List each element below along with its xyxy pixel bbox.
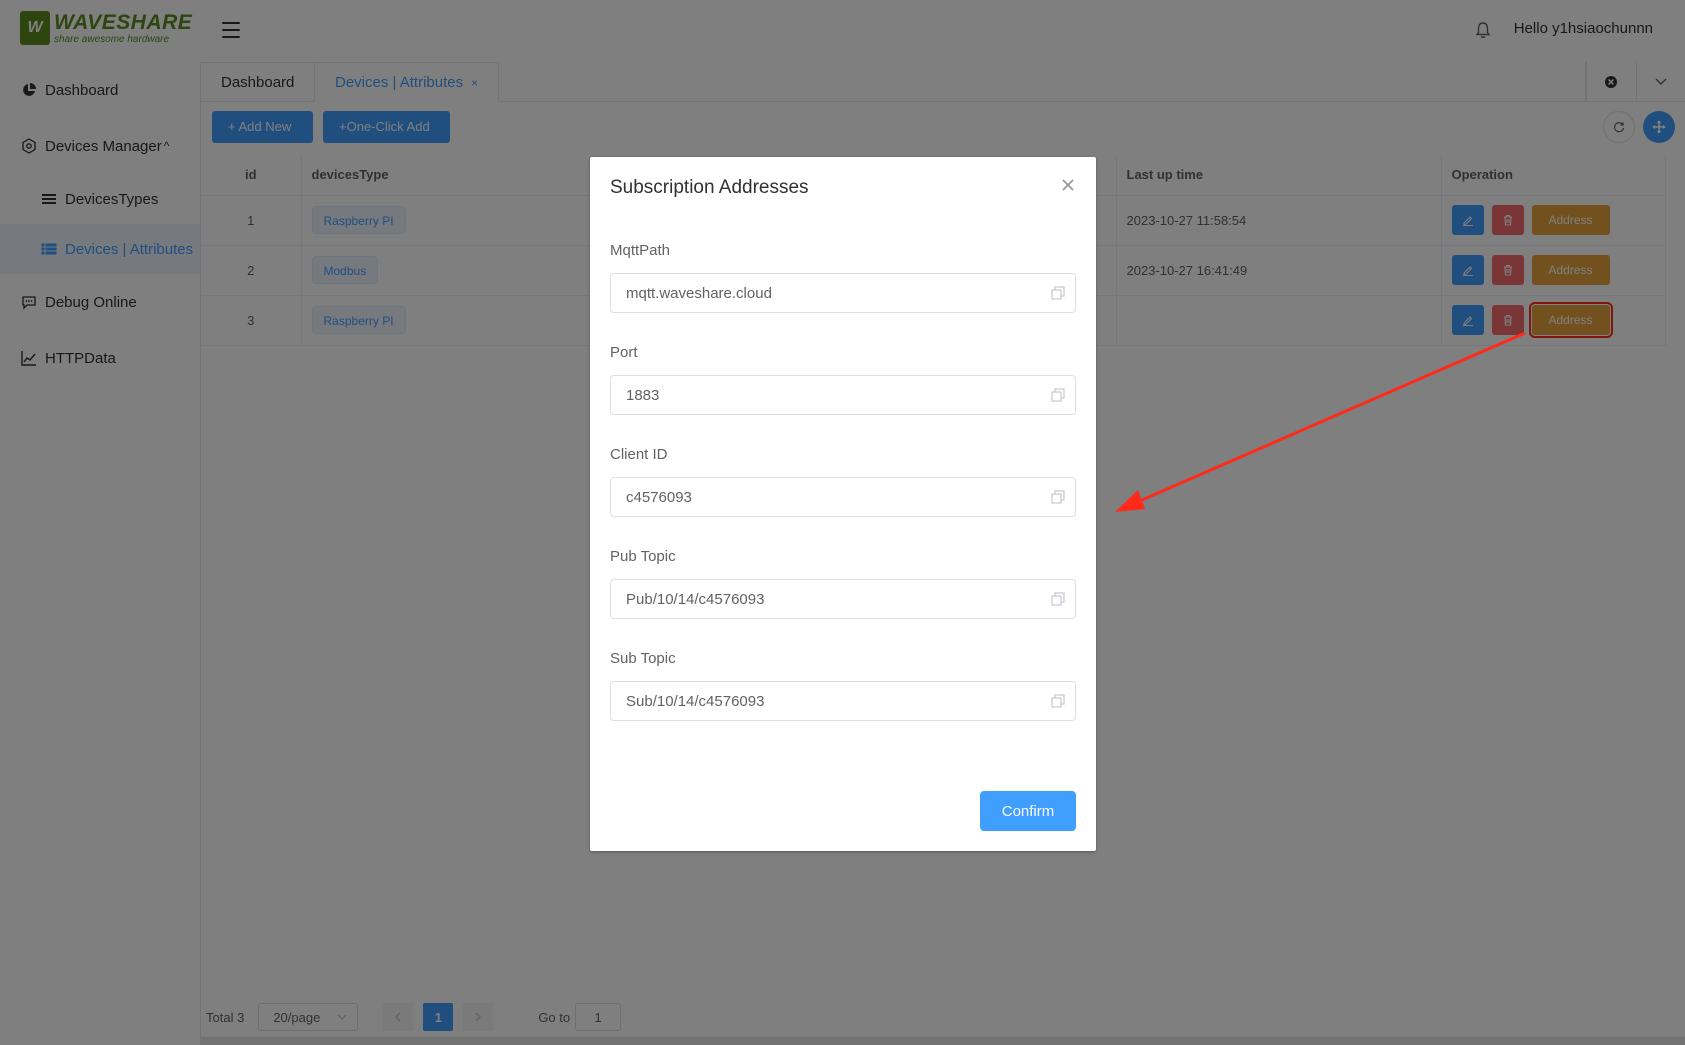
mqttpath-field: MqttPath mqtt.waveshare.cloud	[610, 241, 1076, 313]
copy-icon[interactable]	[1051, 490, 1065, 504]
sub-topic-field: Sub Topic Sub/10/14/c4576093	[610, 649, 1076, 721]
port-field: Port 1883	[610, 343, 1076, 415]
field-label: MqttPath	[610, 242, 671, 259]
pub-topic-field: Pub Topic Pub/10/14/c4576093	[610, 547, 1076, 619]
field-value: 1883	[626, 386, 660, 404]
field-label: Port	[610, 344, 638, 361]
confirm-button[interactable]: Confirm	[980, 791, 1076, 831]
field-label: Client ID	[610, 446, 668, 463]
client-id-input[interactable]: c4576093	[610, 477, 1076, 517]
field-label: Sub Topic	[610, 650, 676, 667]
sub-topic-input[interactable]: Sub/10/14/c4576093	[610, 681, 1076, 721]
dialog-title: Subscription Addresses	[610, 177, 809, 198]
copy-icon[interactable]	[1051, 388, 1065, 402]
field-label: Pub Topic	[610, 548, 676, 565]
port-input[interactable]: 1883	[610, 375, 1076, 415]
copy-icon[interactable]	[1051, 694, 1065, 708]
app-root: W WAVESHARE share awesome hardware Dashb…	[0, 0, 1685, 1045]
mqttpath-input[interactable]: mqtt.waveshare.cloud	[610, 273, 1076, 313]
field-value: c4576093	[626, 488, 692, 506]
subscription-addresses-dialog: Subscription Addresses MqttPath mqtt.wav…	[590, 157, 1096, 851]
copy-icon[interactable]	[1051, 286, 1065, 300]
close-icon[interactable]	[1060, 177, 1076, 193]
client-id-field: Client ID c4576093	[610, 445, 1076, 517]
pub-topic-input[interactable]: Pub/10/14/c4576093	[610, 579, 1076, 619]
field-value: Sub/10/14/c4576093	[626, 692, 765, 710]
field-value: mqtt.waveshare.cloud	[626, 284, 772, 302]
field-value: Pub/10/14/c4576093	[626, 590, 765, 608]
copy-icon[interactable]	[1051, 592, 1065, 606]
